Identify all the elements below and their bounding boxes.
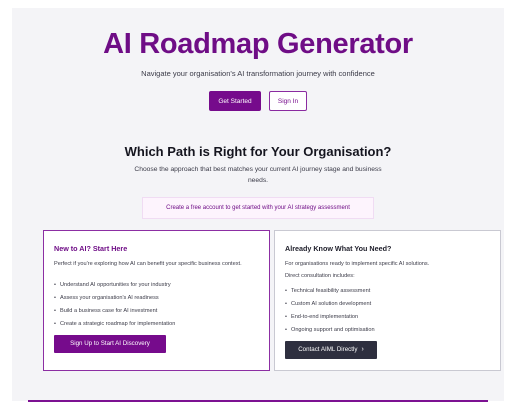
list-item: Build a business case for AI investment bbox=[54, 305, 175, 318]
list-item: Assess your organisation's AI readiness bbox=[54, 292, 175, 305]
card-description: For organisations ready to implement spe… bbox=[285, 261, 430, 267]
consultation-list: Technical feasibility assessment Custom … bbox=[285, 285, 375, 337]
list-item: End-to-end implementation bbox=[285, 311, 375, 324]
hero-subtitle: Navigate your organisation's AI transfor… bbox=[141, 69, 375, 78]
list-item: Technical feasibility assessment bbox=[285, 285, 375, 298]
page-title: AI Roadmap Generator bbox=[103, 28, 413, 60]
list-item: Create a strategic roadmap for implement… bbox=[54, 318, 175, 331]
hero-buttons: Get Started Sign In bbox=[12, 91, 504, 111]
section-subtitle: Choose the approach that best matches yo… bbox=[134, 166, 382, 184]
list-item: Ongoing support and optimisation bbox=[285, 324, 375, 337]
already-know-card: Already Know What You Need? For organisa… bbox=[274, 230, 501, 371]
page-container: AI Roadmap Generator Navigate your organ… bbox=[12, 8, 504, 402]
card-title: Already Know What You Need? bbox=[285, 244, 392, 253]
new-to-ai-card: New to AI? Start Here Perfect if you're … bbox=[43, 230, 270, 371]
chevron-right-icon: › bbox=[361, 346, 364, 353]
card-title: New to AI? Start Here bbox=[54, 244, 128, 253]
button-label: Contact AIML Directly bbox=[298, 346, 358, 353]
benefits-list: Understand AI opportunities for your ind… bbox=[54, 279, 175, 331]
list-item: Custom AI solution development bbox=[285, 298, 375, 311]
list-item: Understand AI opportunities for your ind… bbox=[54, 279, 175, 292]
sign-in-button[interactable]: Sign In bbox=[269, 91, 307, 111]
get-started-button[interactable]: Get Started bbox=[209, 91, 261, 111]
contact-aiml-button[interactable]: Contact AIML Directly › bbox=[285, 341, 377, 359]
hero-section: AI Roadmap Generator Navigate your organ… bbox=[12, 28, 504, 111]
signup-notice-banner[interactable]: Create a free account to get started wit… bbox=[142, 197, 374, 219]
sign-up-ai-discovery-button[interactable]: Sign Up to Start AI Discovery bbox=[54, 335, 166, 353]
list-heading: Direct consultation includes: bbox=[285, 273, 355, 279]
card-description: Perfect if you're exploring how AI can b… bbox=[54, 261, 242, 267]
section-title: Which Path is Right for Your Organisatio… bbox=[124, 144, 392, 159]
